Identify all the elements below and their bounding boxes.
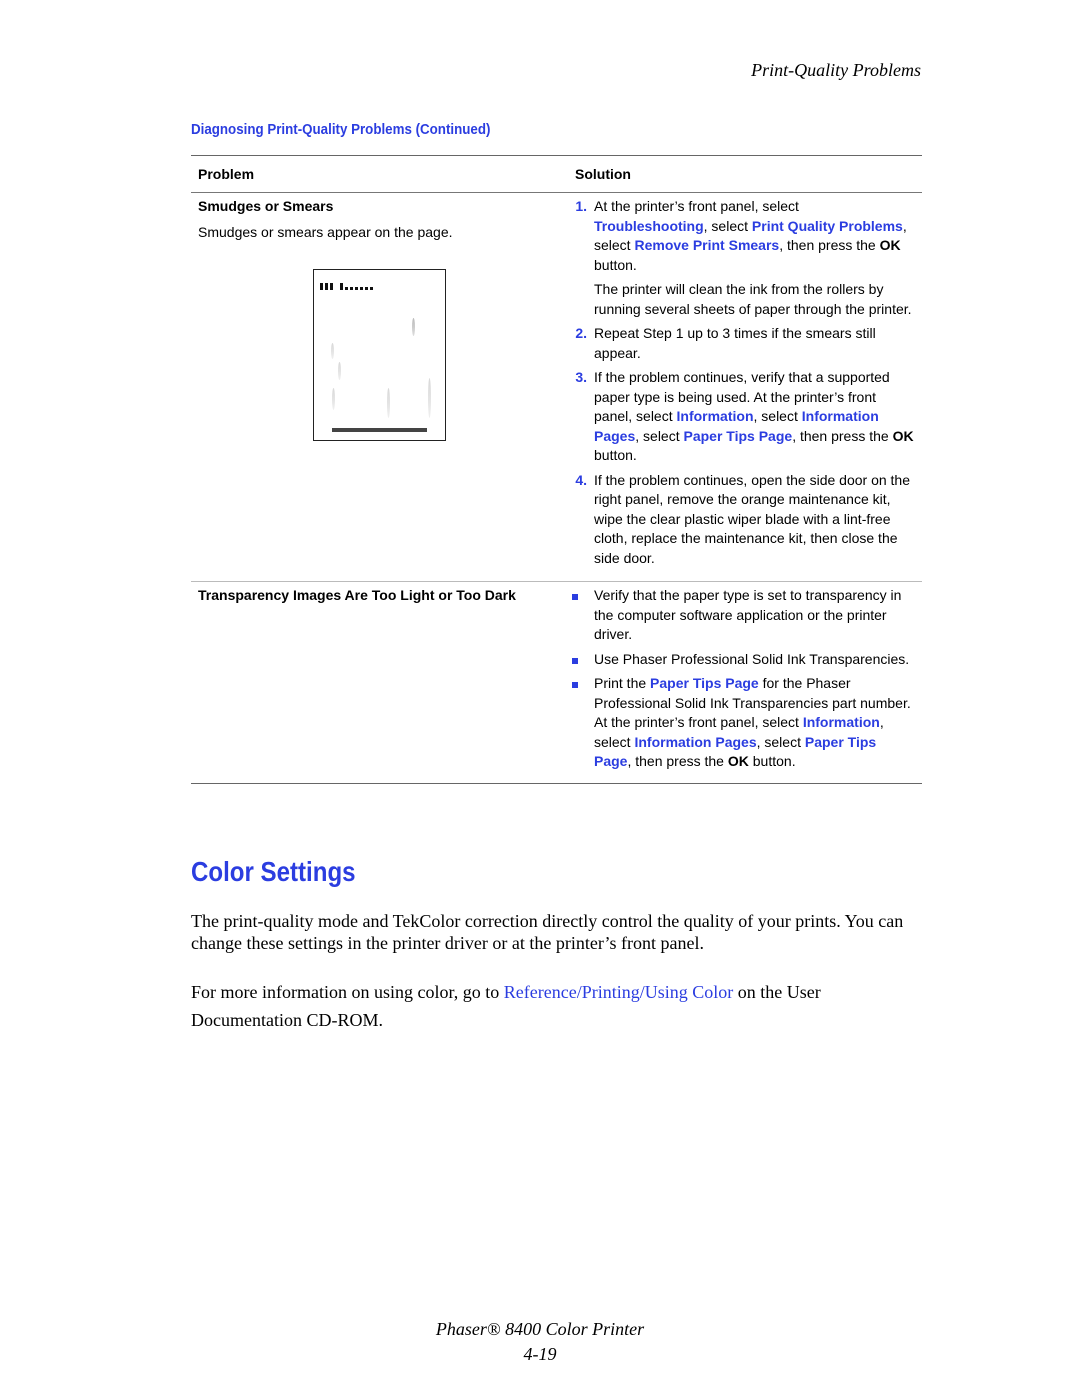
table-title: Diagnosing Print-Quality Problems (Conti… <box>191 122 491 138</box>
section-paragraph-more-info: For more information on using color, go … <box>191 978 926 1034</box>
smear-mark <box>387 388 390 418</box>
solution-step: 1. At the printer’s front panel, select T… <box>565 197 916 319</box>
step-body: At the printer’s front panel, select Tro… <box>594 197 916 275</box>
step-text: , select <box>703 217 752 234</box>
step-text: , then press the <box>779 237 880 253</box>
solution-steps: 1. At the printer’s front panel, select T… <box>565 197 916 568</box>
step-text: Print the <box>594 675 651 691</box>
step-text: If the problem continues, open the side … <box>594 471 910 566</box>
step-text: , select <box>756 733 805 750</box>
problem-title: Transparency Images Are Too Light or Too… <box>198 587 516 603</box>
step-text: , select <box>635 427 684 444</box>
reference-link[interactable]: Reference/Printing/Using Color <box>504 982 733 1002</box>
menu-path-link[interactable]: Remove Print Smears <box>634 237 779 253</box>
smudged-page-illustration <box>313 269 446 441</box>
step-text: , then press the <box>627 753 728 769</box>
step-body: If the problem continues, open the side … <box>594 471 916 569</box>
menu-path-link[interactable]: Information <box>677 408 754 424</box>
menu-path-link[interactable]: Print Quality Problems <box>752 218 903 234</box>
step-text: Verify that the paper type is set to tra… <box>594 587 902 642</box>
button-name: OK <box>892 427 914 444</box>
menu-path-link[interactable]: Paper Tips Page <box>650 675 759 691</box>
step-number: 4. <box>575 471 587 488</box>
problem-cell: Transparency Images Are Too Light or Too… <box>191 586 565 777</box>
problem-title: Smudges or Smears <box>198 198 334 214</box>
solution-bullet: Print the Paper Tips Page for the Phaser… <box>565 674 916 772</box>
problem-description: Smudges or smears appear on the page. <box>198 223 453 240</box>
page-header-marks <box>320 283 373 290</box>
solution-bullets: Verify that the paper type is set to tra… <box>565 586 916 772</box>
step-text: button. <box>748 753 796 769</box>
bullet-square-icon <box>572 594 578 600</box>
menu-path-link[interactable]: Information <box>803 714 880 730</box>
solution-step: 2. Repeat Step 1 up to 3 times if the sme… <box>565 324 916 363</box>
bullet-square-icon <box>572 657 578 664</box>
step-text: button. <box>594 256 637 273</box>
table-header: Problem Solution <box>191 156 922 193</box>
step-text: , then press the <box>792 427 893 444</box>
header-solution: Solution <box>575 166 631 182</box>
section-paragraph: The print-quality mode and TekColor corr… <box>191 911 904 953</box>
smear-mark <box>412 318 415 336</box>
header-problem: Problem <box>198 166 255 182</box>
smear-mark <box>331 343 334 359</box>
solution-cell: Verify that the paper type is set to tra… <box>565 586 922 777</box>
smear-mark <box>428 378 431 418</box>
solution-bullet: Verify that the paper type is set to tra… <box>565 586 916 645</box>
step-text: , select <box>753 408 802 424</box>
step-text: At the printer’s front panel, select <box>594 198 799 214</box>
smear-mark <box>332 388 335 410</box>
step-number: 2. <box>575 325 587 341</box>
step-body: If the problem continues, verify that a … <box>594 368 916 466</box>
step-text: Repeat Step 1 up to 3 times if the smear… <box>594 325 876 361</box>
step-text: Use Phaser Professional Solid Ink Transp… <box>594 650 910 667</box>
menu-path-link[interactable]: Troubleshooting <box>594 218 704 234</box>
para-text: For more information on using color, go … <box>191 982 504 1002</box>
solution-step: 4. If the problem continues, open the sid… <box>565 471 916 569</box>
table-row: Transparency Images Are Too Light or Too… <box>191 581 922 783</box>
step-body: Repeat Step 1 up to 3 times if the smear… <box>594 324 916 363</box>
bullet-square-icon <box>572 682 578 688</box>
page-footer-bar <box>332 428 427 432</box>
footer-page-number: 4-19 <box>523 1344 557 1364</box>
footer-product-name: Phaser® 8400 Color Printer <box>435 1319 645 1339</box>
section-title: Color Settings <box>191 856 356 887</box>
menu-path-link[interactable]: Information Pages <box>634 734 756 750</box>
step-number: 3. <box>575 369 587 385</box>
smear-mark <box>338 362 341 380</box>
menu-path-link[interactable]: Paper Tips Page <box>684 428 793 444</box>
step-number: 1. <box>575 198 587 214</box>
button-name: OK <box>727 753 749 769</box>
button-name: OK <box>879 237 901 253</box>
step-note: The printer will clean the ink from the … <box>594 281 912 317</box>
solution-step: 3. If the problem continues, verify that … <box>565 368 916 466</box>
solution-bullet: Use Phaser Professional Solid Ink Transp… <box>565 650 916 670</box>
troubleshooting-table: Problem Solution Smudges or Smears Smudg… <box>191 155 922 784</box>
table-row: Smudges or Smears Smudges or smears appe… <box>191 193 922 581</box>
step-text: button. <box>594 447 637 463</box>
problem-cell: Smudges or Smears Smudges or smears appe… <box>191 197 565 573</box>
running-head: Print-Quality Problems <box>751 60 921 80</box>
solution-cell: 1. At the printer’s front panel, select T… <box>565 197 922 573</box>
